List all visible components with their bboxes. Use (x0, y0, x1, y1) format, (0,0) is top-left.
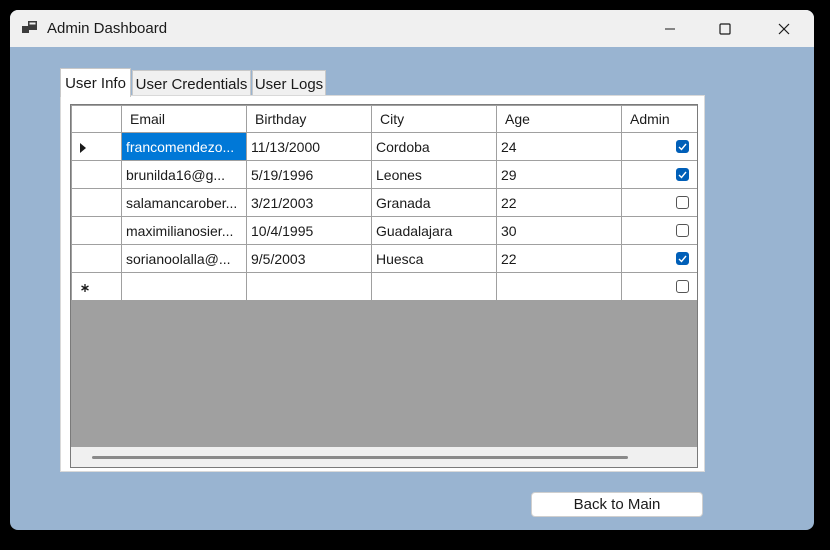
cell-admin[interactable] (621, 188, 697, 217)
table-row[interactable]: salamancarober... 3/21/2003 Granada 22 (71, 188, 697, 217)
cell-admin[interactable] (621, 160, 697, 189)
window-title: Admin Dashboard (47, 20, 168, 37)
new-cell-city[interactable] (371, 272, 497, 301)
admin-checkbox[interactable] (676, 168, 689, 181)
cell-city[interactable]: Leones (371, 160, 497, 189)
checkmark-icon (678, 255, 687, 263)
admin-checkbox[interactable] (676, 252, 689, 265)
cell-birthday[interactable]: 5/19/1996 (246, 160, 372, 189)
maximize-icon (719, 22, 731, 35)
users-table: Email Birthday City Age Admin francomend… (71, 105, 697, 301)
admin-checkbox[interactable] (676, 196, 689, 209)
cell-age[interactable]: 22 (496, 188, 622, 217)
column-header-admin[interactable]: Admin (621, 105, 697, 133)
checkmark-icon (678, 143, 687, 151)
tab-user-info[interactable]: User Info (60, 68, 131, 97)
close-icon (778, 23, 790, 34)
cell-email[interactable]: maximilianosier... (121, 216, 247, 245)
minimize-button[interactable] (641, 10, 699, 47)
cell-city[interactable]: Huesca (371, 244, 497, 273)
button-label: Back to Main (573, 496, 661, 513)
cell-admin[interactable] (621, 244, 697, 273)
row-pointer-icon (80, 142, 86, 153)
title-bar[interactable]: Admin Dashboard (10, 10, 814, 47)
table-row[interactable]: brunilda16@g... 5/19/1996 Leones 29 (71, 160, 697, 189)
cell-city[interactable]: Guadalajara (371, 216, 497, 245)
new-cell-birthday[interactable] (246, 272, 372, 301)
admin-checkbox[interactable] (676, 140, 689, 153)
column-header-city[interactable]: City (371, 105, 497, 133)
table-header-row: Email Birthday City Age Admin (71, 105, 697, 133)
new-row[interactable] (71, 272, 697, 301)
cell-birthday[interactable]: 10/4/1995 (246, 216, 372, 245)
cell-city[interactable]: Granada (371, 188, 497, 217)
column-header-birthday[interactable]: Birthday (246, 105, 372, 133)
cell-age[interactable]: 30 (496, 216, 622, 245)
back-to-main-button[interactable]: Back to Main (531, 492, 703, 517)
admin-checkbox[interactable] (676, 224, 689, 237)
table-row[interactable]: francomendezo... 11/13/2000 Cordoba 24 (71, 132, 697, 161)
admin-checkbox[interactable] (676, 280, 689, 293)
cell-admin[interactable] (621, 216, 697, 245)
new-cell-age[interactable] (496, 272, 622, 301)
cell-birthday[interactable]: 11/13/2000 (246, 132, 372, 161)
cell-city[interactable]: Cordoba (371, 132, 497, 161)
close-button[interactable] (755, 10, 813, 47)
cell-email[interactable]: francomendezo... (121, 132, 247, 161)
row-header[interactable] (71, 272, 122, 301)
new-cell-admin[interactable] (621, 272, 697, 301)
tab-label: User Credentials (135, 75, 248, 93)
table-row[interactable]: sorianoolalla@... 9/5/2003 Huesca 22 (71, 244, 697, 273)
column-header-email[interactable]: Email (121, 105, 247, 133)
cell-age[interactable]: 24 (496, 132, 622, 161)
cell-email[interactable]: brunilda16@g... (121, 160, 247, 189)
row-header[interactable] (71, 244, 122, 273)
cell-age[interactable]: 29 (496, 160, 622, 189)
row-header[interactable] (71, 188, 122, 217)
tab-label: User Info (65, 74, 126, 92)
new-cell-email[interactable] (121, 272, 247, 301)
cell-admin[interactable] (621, 132, 697, 161)
row-header[interactable] (71, 160, 122, 189)
tab-label: User Logs (254, 75, 324, 93)
cell-age[interactable]: 22 (496, 244, 622, 273)
maximize-button[interactable] (696, 10, 754, 47)
column-header-age[interactable]: Age (496, 105, 622, 133)
cell-email[interactable]: salamancarober... (121, 188, 247, 217)
cell-birthday[interactable]: 3/21/2003 (246, 188, 372, 217)
row-header-corner[interactable] (71, 105, 122, 133)
cell-email[interactable]: sorianoolalla@... (121, 244, 247, 273)
new-row-asterisk-icon (81, 283, 89, 292)
table-row[interactable]: maximilianosier... 10/4/1995 Guadalajara… (71, 216, 697, 245)
checkmark-icon (678, 171, 687, 179)
row-header[interactable] (71, 216, 122, 245)
row-header[interactable] (71, 132, 122, 161)
horizontal-scrollbar[interactable] (71, 447, 697, 467)
tab-user-logs[interactable]: User Logs (252, 70, 326, 97)
app-window-icon (22, 21, 37, 33)
cell-birthday[interactable]: 9/5/2003 (246, 244, 372, 273)
scrollbar-thumb[interactable] (92, 456, 628, 459)
users-data-grid[interactable]: Email Birthday City Age Admin francomend… (70, 104, 698, 468)
tab-user-credentials[interactable]: User Credentials (132, 70, 251, 97)
main-window: Admin Dashboard User Info User Credentia… (10, 10, 814, 530)
minimize-icon (665, 28, 675, 29)
